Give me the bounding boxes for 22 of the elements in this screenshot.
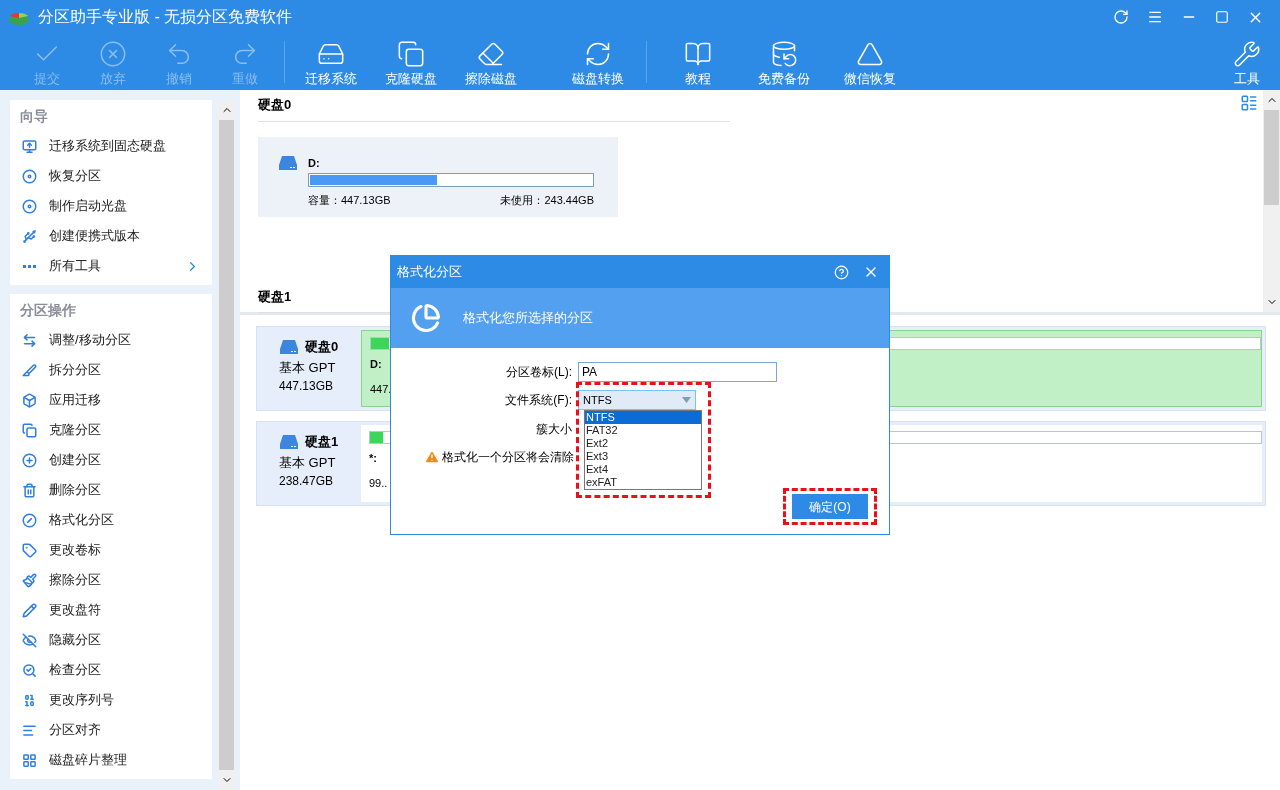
field-label: 文件系统(F): <box>504 392 573 409</box>
section-title: 分区操作 <box>19 301 77 320</box>
disk-name: 硬盘1 <box>305 433 339 451</box>
warning-text: 格式化一个分区将会清除 <box>442 449 574 466</box>
field-label: 分区卷标(L): <box>505 364 573 381</box>
partition-label: *: <box>369 451 377 466</box>
free-space-text: 未使用：243.44GB <box>500 193 594 208</box>
disk-size: 238.47GB <box>279 473 335 490</box>
field-label: 簇大小 <box>535 421 572 438</box>
section-title: 向导 <box>19 107 49 126</box>
disk-name: 硬盘0 <box>305 338 339 356</box>
disk-size: 447.13GB <box>279 378 335 395</box>
window-title: 分区助手专业版 - 无损分区免费软件 <box>38 7 293 27</box>
capacity-text: 容量：447.13GB <box>308 193 391 208</box>
partition-name: D: <box>308 155 321 171</box>
disk-type: 基本 GPT <box>279 358 337 377</box>
partition-info: 99.. <box>369 475 388 491</box>
partition-label: D: <box>370 357 382 372</box>
partition-info: 447. <box>370 381 392 397</box>
disk-type: 基本 GPT <box>279 453 337 472</box>
disk-title: 硬盘0 <box>258 95 730 122</box>
dialog-title: 格式化分区 <box>397 263 462 282</box>
